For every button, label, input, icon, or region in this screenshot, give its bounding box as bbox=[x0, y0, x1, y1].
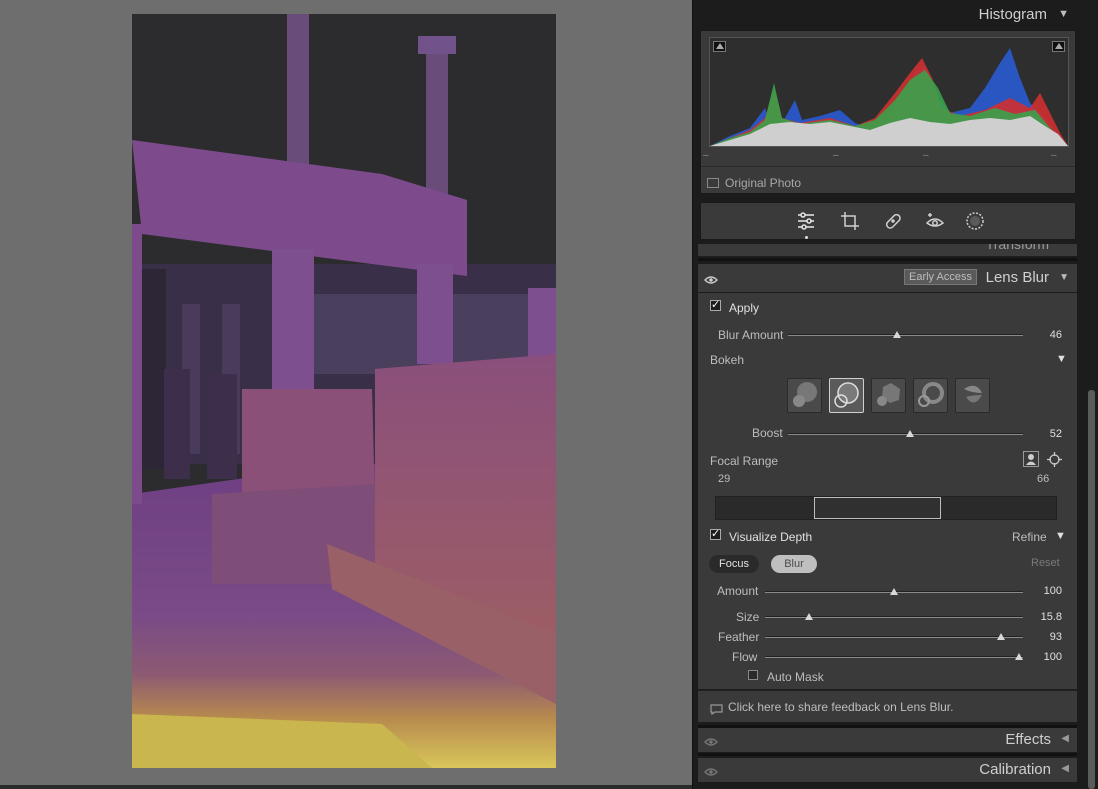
filmstrip-edge bbox=[0, 785, 692, 789]
focus-toggle[interactable]: Focus bbox=[709, 555, 759, 573]
feedback-text: Click here to share feedback on Lens Blu… bbox=[728, 700, 954, 714]
reset-button[interactable]: Reset bbox=[1031, 557, 1060, 569]
panel-scrollbar[interactable] bbox=[1085, 244, 1098, 789]
effects-title: Effects bbox=[1005, 731, 1051, 748]
masking-icon[interactable] bbox=[964, 210, 986, 232]
histogram-readout: – bbox=[923, 150, 929, 161]
eye-icon[interactable] bbox=[704, 734, 718, 752]
boost-value[interactable]: 52 bbox=[1032, 428, 1062, 440]
calibration-title: Calibration bbox=[979, 761, 1051, 778]
eye-icon[interactable] bbox=[704, 272, 718, 290]
auto-mask-checkbox[interactable] bbox=[748, 670, 758, 680]
app-window: Histogram ▼ – – – – Original Photo Trans… bbox=[0, 0, 1098, 789]
collapse-triangle-icon[interactable]: ▼ bbox=[1058, 8, 1069, 20]
tool-strip bbox=[700, 202, 1076, 240]
auto-mask-label: Auto Mask bbox=[767, 670, 824, 684]
blur-toggle[interactable]: Blur bbox=[771, 555, 817, 573]
histogram-panel: – – – – Original Photo bbox=[700, 30, 1076, 194]
scrollbar-thumb[interactable] bbox=[1088, 390, 1095, 789]
bokeh-ring-button[interactable] bbox=[913, 378, 948, 413]
lens-blur-body: Apply Blur Amount 46 Bokeh ▼ bbox=[698, 293, 1077, 689]
feather-value[interactable]: 93 bbox=[1032, 631, 1062, 643]
divider bbox=[698, 753, 1077, 756]
divider bbox=[698, 258, 1077, 261]
feather-thumb[interactable] bbox=[997, 633, 1005, 640]
redeye-icon[interactable] bbox=[924, 210, 946, 232]
expand-triangle-icon[interactable]: ◀ bbox=[1061, 763, 1069, 774]
depth-visualized-photo[interactable] bbox=[132, 14, 556, 768]
blur-amount-slider[interactable] bbox=[788, 334, 1023, 336]
bokeh-expand-icon[interactable]: ▼ bbox=[1056, 353, 1067, 365]
focal-max-value: 66 bbox=[1037, 473, 1050, 485]
blur-amount-value[interactable]: 46 bbox=[1032, 329, 1062, 341]
size-value[interactable]: 15.8 bbox=[1032, 611, 1062, 623]
feather-label: Feather bbox=[718, 630, 760, 644]
lens-blur-header[interactable]: Early Access Lens Blur ▼ bbox=[698, 264, 1077, 292]
bokeh-cat-eye-button[interactable] bbox=[955, 378, 990, 413]
boost-label: Boost bbox=[752, 426, 783, 440]
refine-expand-icon[interactable]: ▼ bbox=[1055, 530, 1066, 542]
subject-focus-icon[interactable] bbox=[1023, 451, 1039, 472]
comment-icon bbox=[710, 702, 723, 720]
amount-label: Amount bbox=[717, 584, 759, 598]
collapse-triangle-icon[interactable]: ▼ bbox=[1059, 272, 1069, 283]
focal-range-bar[interactable] bbox=[715, 496, 1057, 520]
size-slider[interactable] bbox=[765, 616, 1023, 618]
histogram-graph bbox=[709, 37, 1069, 147]
transform-title: Transform bbox=[985, 244, 1049, 252]
visualize-depth-checkbox[interactable] bbox=[710, 527, 721, 540]
boost-thumb[interactable] bbox=[906, 430, 914, 437]
eye-icon[interactable] bbox=[704, 764, 718, 782]
flow-label: Flow bbox=[732, 650, 758, 664]
histogram-readout: – bbox=[703, 150, 709, 161]
histogram-title: Histogram bbox=[978, 6, 1047, 23]
highlight-clipping-button[interactable] bbox=[1052, 41, 1065, 52]
panel-scroll-area[interactable]: Transform Early Access Lens Blur ▼ Apply… bbox=[693, 244, 1085, 789]
amount-value[interactable]: 100 bbox=[1032, 585, 1062, 597]
original-photo-toggle[interactable]: Original Photo bbox=[707, 176, 801, 190]
healing-icon[interactable] bbox=[882, 210, 904, 232]
expand-triangle-icon[interactable]: ◀ bbox=[1061, 733, 1069, 744]
crop-icon[interactable] bbox=[839, 210, 861, 232]
bokeh-label: Bokeh bbox=[710, 353, 745, 367]
focal-min-value: 29 bbox=[718, 473, 731, 485]
focal-range-selection[interactable] bbox=[814, 497, 941, 519]
apply-checkbox[interactable] bbox=[710, 298, 721, 311]
histogram-readout: – bbox=[833, 150, 839, 161]
flow-value[interactable]: 100 bbox=[1032, 651, 1062, 663]
amount-thumb[interactable] bbox=[890, 588, 898, 595]
focal-range-label: Focal Range bbox=[710, 454, 779, 468]
refine-label[interactable]: Refine bbox=[1012, 530, 1047, 544]
feedback-link[interactable]: Click here to share feedback on Lens Blu… bbox=[698, 690, 1077, 722]
visualize-depth-label: Visualize Depth bbox=[729, 530, 813, 544]
calibration-header[interactable]: Calibration ◀ bbox=[698, 758, 1077, 782]
flow-slider[interactable] bbox=[765, 656, 1023, 658]
photo-canvas[interactable] bbox=[0, 0, 692, 789]
size-label: Size bbox=[736, 610, 760, 624]
bokeh-5-blade-button[interactable] bbox=[871, 378, 906, 413]
bokeh-circle-button[interactable] bbox=[787, 378, 822, 413]
bokeh-bubble-button[interactable] bbox=[829, 378, 864, 413]
blur-amount-thumb[interactable] bbox=[893, 331, 901, 338]
develop-panel: Histogram ▼ – – – – Original Photo Trans… bbox=[692, 0, 1098, 789]
early-access-badge: Early Access bbox=[904, 269, 977, 285]
histogram-header[interactable]: Histogram ▼ bbox=[693, 2, 1075, 28]
histogram-readout: – bbox=[1051, 150, 1057, 161]
divider bbox=[701, 166, 1075, 167]
point-focus-icon[interactable] bbox=[1047, 452, 1062, 472]
shadow-clipping-button[interactable] bbox=[713, 41, 726, 52]
active-tool-indicator bbox=[805, 236, 808, 239]
apply-label: Apply bbox=[729, 301, 760, 315]
size-thumb[interactable] bbox=[805, 613, 813, 620]
flow-thumb[interactable] bbox=[1015, 653, 1023, 660]
blur-amount-label: Blur Amount bbox=[718, 328, 784, 342]
feather-slider[interactable] bbox=[765, 636, 1023, 638]
lens-blur-title: Lens Blur bbox=[985, 269, 1049, 286]
transform-section-peek[interactable]: Transform bbox=[698, 244, 1077, 256]
original-photo-label: Original Photo bbox=[725, 176, 802, 190]
effects-header[interactable]: Effects ◀ bbox=[698, 728, 1077, 752]
edit-sliders-icon[interactable] bbox=[795, 210, 817, 232]
original-photo-checkbox[interactable] bbox=[707, 178, 719, 188]
